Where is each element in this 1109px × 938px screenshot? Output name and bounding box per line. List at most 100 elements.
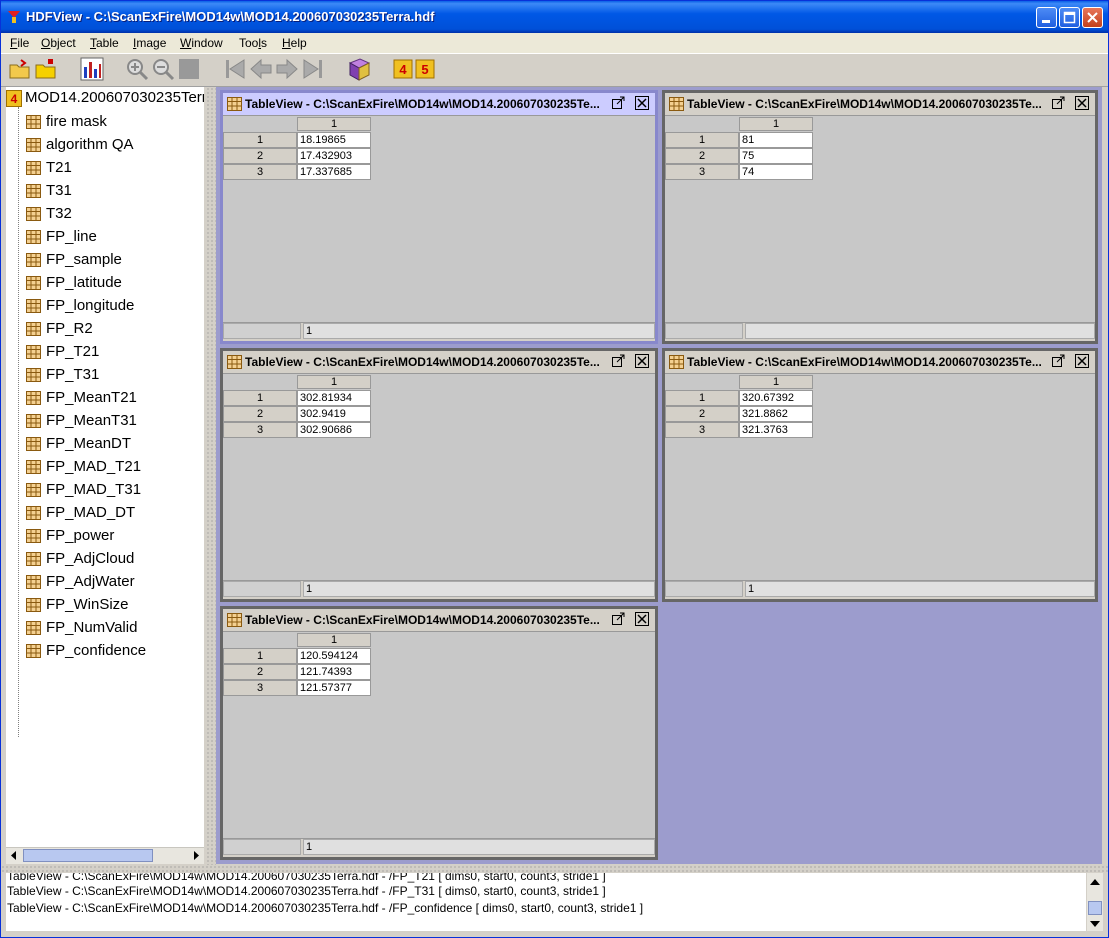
table-view-titlebar[interactable]: TableView - C:\ScanExFire\MOD14w\MOD14.2… bbox=[223, 351, 655, 374]
table-cell[interactable]: 17.337685 bbox=[297, 164, 371, 180]
row-header[interactable]: 3 bbox=[665, 164, 739, 180]
table-view-window[interactable]: TableView - C:\ScanExFire\MOD14w\MOD14.2… bbox=[662, 348, 1098, 602]
table-view-window[interactable]: TableView - C:\ScanExFire\MOD14w\MOD14.2… bbox=[662, 90, 1098, 344]
menu-image[interactable]: Image bbox=[133, 36, 166, 50]
row-header[interactable]: 2 bbox=[665, 406, 739, 422]
column-header[interactable]: 1 bbox=[739, 375, 813, 389]
menu-help[interactable]: Help bbox=[282, 36, 307, 50]
table-cell[interactable]: 81 bbox=[739, 132, 813, 148]
cell-value-field[interactable]: 1 bbox=[745, 581, 1095, 597]
hdf4-icon[interactable]: 4 bbox=[392, 57, 416, 81]
close-icon[interactable] bbox=[635, 612, 649, 626]
row-header[interactable]: 2 bbox=[665, 148, 739, 164]
scroll-up-icon[interactable] bbox=[1087, 875, 1103, 889]
menu-window[interactable]: Window bbox=[180, 36, 223, 50]
row-header[interactable]: 2 bbox=[223, 148, 297, 164]
users-guide-icon[interactable] bbox=[347, 57, 371, 81]
table-cell[interactable]: 302.81934 bbox=[297, 390, 371, 406]
close-icon[interactable] bbox=[1075, 96, 1089, 110]
table-cell[interactable]: 302.9419 bbox=[297, 406, 371, 422]
table-cell[interactable]: 18.19865 bbox=[297, 132, 371, 148]
cell-reference-field[interactable] bbox=[665, 581, 743, 597]
row-header[interactable]: 1 bbox=[223, 648, 297, 664]
menu-table[interactable]: Table bbox=[90, 36, 119, 50]
scroll-right-icon[interactable] bbox=[188, 848, 204, 863]
maximize-button[interactable] bbox=[1059, 7, 1080, 28]
row-header[interactable]: 1 bbox=[665, 390, 739, 406]
cell-value-field[interactable]: 1 bbox=[303, 839, 655, 855]
column-header[interactable]: 1 bbox=[297, 117, 371, 131]
cell-value-bar: 1 bbox=[223, 838, 655, 857]
maximize-icon[interactable] bbox=[1051, 354, 1065, 368]
maximize-icon[interactable] bbox=[611, 612, 625, 626]
table-cell[interactable]: 74 bbox=[739, 164, 813, 180]
column-header[interactable]: 1 bbox=[739, 117, 813, 131]
title-bar[interactable]: HDFView - C:\ScanExFire\MOD14w\MOD14.200… bbox=[1, 1, 1108, 33]
table-view-window[interactable]: TableView - C:\ScanExFire\MOD14w\MOD14.2… bbox=[220, 606, 658, 860]
scroll-down-icon[interactable] bbox=[1087, 917, 1103, 931]
table-cell[interactable]: 120.594124 bbox=[297, 648, 371, 664]
table-view-titlebar[interactable]: TableView - C:\ScanExFire\MOD14w\MOD14.2… bbox=[665, 351, 1095, 374]
close-icon[interactable] bbox=[635, 96, 649, 110]
row-header[interactable]: 1 bbox=[223, 390, 297, 406]
row-header[interactable]: 3 bbox=[665, 422, 739, 438]
row-header[interactable]: 1 bbox=[223, 132, 297, 148]
table-view-titlebar[interactable]: TableView - C:\ScanExFire\MOD14w\MOD14.2… bbox=[223, 609, 655, 632]
minimize-button[interactable] bbox=[1036, 7, 1057, 28]
log-vertical-scrollbar[interactable] bbox=[1087, 873, 1103, 931]
maximize-icon[interactable] bbox=[1051, 96, 1065, 110]
histogram-icon[interactable] bbox=[80, 57, 104, 81]
table-view-titlebar[interactable]: TableView - C:\ScanExFire\MOD14w\MOD14.2… bbox=[665, 93, 1095, 116]
cell-value-field[interactable]: 1 bbox=[303, 581, 655, 597]
menu-object[interactable]: Object bbox=[41, 36, 76, 50]
table-cell[interactable]: 302.90686 bbox=[297, 422, 371, 438]
table-view-window[interactable]: TableView - C:\ScanExFire\MOD14w\MOD14.2… bbox=[220, 90, 658, 344]
table-cell[interactable]: 121.57377 bbox=[297, 680, 371, 696]
maximize-icon[interactable] bbox=[611, 96, 625, 110]
cell-reference-field[interactable] bbox=[223, 839, 301, 855]
cell-value-field[interactable]: 1 bbox=[303, 323, 655, 339]
table-cell[interactable]: 320.67392 bbox=[739, 390, 813, 406]
show-values-icon[interactable] bbox=[177, 57, 201, 81]
cell-reference-field[interactable] bbox=[665, 323, 743, 339]
table-cell[interactable]: 121.74393 bbox=[297, 664, 371, 680]
menu-file[interactable]: File bbox=[10, 36, 29, 50]
close-icon[interactable] bbox=[635, 354, 649, 368]
zoom-out-icon[interactable] bbox=[151, 57, 175, 81]
row-header[interactable]: 2 bbox=[223, 664, 297, 680]
menu-tools[interactable]: Tools bbox=[239, 36, 267, 50]
vertical-split-handle[interactable] bbox=[206, 87, 216, 867]
row-header[interactable]: 3 bbox=[223, 164, 297, 180]
tree-scroll-thumb[interactable] bbox=[23, 849, 153, 862]
cell-reference-field[interactable] bbox=[223, 323, 301, 339]
maximize-icon[interactable] bbox=[611, 354, 625, 368]
tree-horizontal-scrollbar[interactable] bbox=[6, 847, 204, 864]
row-header[interactable]: 1 bbox=[665, 132, 739, 148]
close-window-button[interactable] bbox=[1082, 7, 1103, 28]
next-page-icon[interactable] bbox=[275, 57, 299, 81]
cell-value-field[interactable] bbox=[745, 323, 1095, 339]
last-page-icon[interactable] bbox=[301, 57, 325, 81]
previous-page-icon[interactable] bbox=[249, 57, 273, 81]
row-header[interactable]: 3 bbox=[223, 422, 297, 438]
zoom-in-icon[interactable] bbox=[125, 57, 149, 81]
close-icon[interactable] bbox=[1075, 354, 1089, 368]
row-header[interactable]: 2 bbox=[223, 406, 297, 422]
table-view-window[interactable]: TableView - C:\ScanExFire\MOD14w\MOD14.2… bbox=[220, 348, 658, 602]
hdf5-icon[interactable]: 5 bbox=[414, 57, 438, 81]
table-cell[interactable]: 321.3763 bbox=[739, 422, 813, 438]
table-cell[interactable]: 75 bbox=[739, 148, 813, 164]
open-file-icon[interactable] bbox=[34, 57, 58, 81]
scroll-left-icon[interactable] bbox=[6, 848, 22, 863]
table-cell[interactable]: 321.8862 bbox=[739, 406, 813, 422]
horizontal-split-handle[interactable] bbox=[1, 865, 1108, 873]
log-scroll-thumb[interactable] bbox=[1088, 901, 1102, 915]
table-cell[interactable]: 17.432903 bbox=[297, 148, 371, 164]
column-header[interactable]: 1 bbox=[297, 375, 371, 389]
open-folder-icon[interactable] bbox=[8, 57, 32, 81]
row-header[interactable]: 3 bbox=[223, 680, 297, 696]
column-header[interactable]: 1 bbox=[297, 633, 371, 647]
cell-reference-field[interactable] bbox=[223, 581, 301, 597]
first-page-icon[interactable] bbox=[223, 57, 247, 81]
table-view-titlebar[interactable]: TableView - C:\ScanExFire\MOD14w\MOD14.2… bbox=[223, 93, 655, 116]
